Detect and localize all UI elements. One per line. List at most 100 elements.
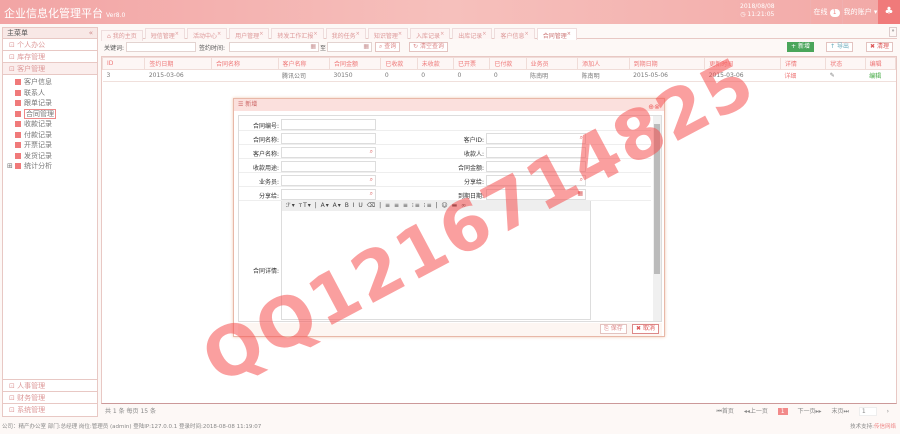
search-icon[interactable]: ⌕: [580, 176, 583, 183]
clear-query-button[interactable]: ↻ 清空查询: [409, 42, 448, 52]
field-input[interactable]: ⌕: [486, 133, 586, 144]
close-icon[interactable]: ⊗: [654, 103, 660, 111]
tree-folder[interactable]: ⊞ 统计分析: [3, 161, 97, 172]
go-button[interactable]: ›: [887, 408, 889, 415]
tab[interactable]: 转发工作汇报×: [271, 28, 324, 40]
tree-item-selected[interactable]: 合同管理: [3, 108, 97, 120]
column-header[interactable]: 合同名称: [210, 57, 279, 70]
date-start-input[interactable]: ▦: [229, 42, 319, 52]
query-button[interactable]: ⌕ 查询: [375, 42, 401, 52]
delete-button[interactable]: ✖ 清理: [866, 42, 893, 52]
scrollbar-thumb[interactable]: [654, 124, 660, 274]
column-header[interactable]: 状态: [825, 57, 866, 70]
form-row: 到期日期: ▦: [239, 188, 651, 201]
close-tab-icon[interactable]: ×: [482, 31, 486, 37]
sidebar-section[interactable]: ⊡ 财务管理: [3, 392, 97, 404]
pagination: 共 1 条 每页 15 条 ⏮首页 ◂◂上一页 1 下一页▸▸ 末页⏭ 1 ›: [101, 405, 897, 418]
field-input[interactable]: [281, 119, 376, 130]
close-tab-icon[interactable]: ×: [440, 31, 444, 37]
sidebar-section[interactable]: ⊡ 个人办公: [3, 39, 97, 51]
rich-text-editor[interactable]: ℱ▾ ᴛT▾ | A▾ A▾ B I U ⌫ | ≡ ≡ ≡ ⁝≡ ⁝≡ | ☺…: [281, 200, 591, 320]
column-header[interactable]: 已开票: [453, 57, 491, 70]
search-icon[interactable]: ⌕: [580, 134, 583, 141]
add-button[interactable]: + 新增: [787, 42, 814, 52]
column-header[interactable]: 更新时间: [704, 57, 781, 70]
column-header[interactable]: 合同金额: [328, 57, 382, 70]
close-tab-icon[interactable]: ×: [175, 31, 179, 37]
tree-item[interactable]: 跟单记录: [3, 98, 97, 109]
tree-item[interactable]: 联系人: [3, 88, 97, 99]
field-input[interactable]: [486, 161, 586, 172]
close-tab-icon[interactable]: ×: [567, 31, 571, 37]
tab[interactable]: 知识管理×: [367, 28, 409, 40]
current-page[interactable]: 1: [777, 408, 788, 415]
tab[interactable]: 合同管理×: [536, 28, 577, 40]
next-page-button[interactable]: 下一页▸▸: [798, 408, 822, 415]
sidebar-section[interactable]: ⊡ 人事管理: [3, 380, 97, 392]
scrollbar[interactable]: [653, 116, 661, 321]
first-page-button[interactable]: ⏮首页: [716, 408, 733, 415]
collapse-icon[interactable]: «: [89, 28, 93, 39]
bell-icon[interactable]: ♣: [878, 0, 900, 24]
tree-item[interactable]: 客户信息: [3, 77, 97, 88]
column-header[interactable]: 客户名称: [277, 57, 330, 70]
tab[interactable]: 出库记录×: [452, 28, 493, 40]
field-label: 收款人:: [463, 151, 484, 158]
detail-link[interactable]: 详细: [780, 69, 826, 82]
close-tab-icon[interactable]: ×: [525, 31, 529, 37]
editor-toolbar[interactable]: ℱ▾ ᴛT▾ | A▾ A▾ B I U ⌫ | ≡ ≡ ≡ ⁝≡ ⁝≡ | ☺…: [282, 201, 590, 211]
tab-scroll-icon[interactable]: »: [889, 27, 897, 37]
tab[interactable]: 用户管理×: [229, 28, 270, 40]
column-header[interactable]: ID: [101, 57, 146, 70]
field-input[interactable]: ⌕: [486, 175, 586, 186]
close-tab-icon[interactable]: ×: [356, 31, 360, 37]
export-button[interactable]: ↑ 导出: [826, 42, 853, 52]
tree: 客户信息 联系人 跟单记录 合同管理 收款记录 付款记录 开票记录 发货记录 ⊞…: [3, 75, 97, 172]
column-header[interactable]: 编辑: [864, 57, 897, 70]
prev-page-button[interactable]: ◂◂上一页: [744, 408, 768, 415]
column-header[interactable]: 到期日期: [628, 57, 706, 70]
sidebar-section[interactable]: ⊡ 库存管理: [3, 51, 97, 63]
close-tab-icon[interactable]: ×: [398, 31, 402, 37]
field-input[interactable]: [486, 147, 586, 158]
status-text: 公司：精产办公室 部门:总经理 岗位:管理员 (admin) 登陆IP:127.…: [2, 424, 262, 430]
edit-button[interactable]: 编辑: [865, 69, 896, 82]
account-label: 我的账户: [843, 8, 872, 16]
support-link[interactable]: 传信网络: [874, 424, 896, 430]
column-header[interactable]: 已付款: [489, 57, 527, 70]
tab[interactable]: 客户信息×: [494, 28, 535, 40]
cancel-button[interactable]: ✖ 取消: [632, 324, 659, 334]
tab[interactable]: 短信管理×: [144, 28, 185, 40]
tab[interactable]: 入库记录×: [410, 28, 451, 40]
close-tab-icon[interactable]: ×: [259, 31, 263, 37]
calendar-icon[interactable]: ▦: [577, 190, 583, 197]
tree-item[interactable]: 付款记录: [3, 130, 97, 141]
table-row[interactable]: 3 2015-03-06 腾讯公司 30150 0 0 0 0 陈南明 陈南明 2015-05-06…: [102, 69, 896, 82]
tab-label: 用户管理: [235, 33, 260, 40]
column-header[interactable]: 签约日期: [144, 57, 212, 70]
field-input[interactable]: ▦: [486, 189, 586, 200]
keyword-input[interactable]: [126, 42, 196, 52]
tab[interactable]: 活动中心×: [186, 28, 228, 40]
close-tab-icon[interactable]: ×: [313, 31, 317, 37]
account-menu[interactable]: 我的账户 ▾: [842, 0, 878, 24]
sidebar-section[interactable]: ⊡ 系统管理: [3, 404, 97, 416]
column-header[interactable]: 详情: [779, 57, 827, 70]
sidebar-section[interactable]: ⊡ 客户管理: [3, 63, 97, 75]
column-header[interactable]: 业务员: [525, 57, 579, 70]
column-header[interactable]: 已收款: [380, 57, 418, 70]
close-tab-icon[interactable]: ×: [217, 31, 221, 37]
date-end-input[interactable]: ▦: [327, 42, 372, 52]
column-header[interactable]: 添加人: [577, 57, 630, 70]
sidebar-header: 主菜单 «: [3, 28, 97, 39]
tree-item[interactable]: 发货记录: [3, 151, 97, 162]
last-page-button[interactable]: 末页⏭: [832, 408, 849, 415]
tree-item[interactable]: 开票记录: [3, 140, 97, 151]
keyword-label: 关键词:: [104, 45, 125, 52]
tab[interactable]: 我的任务×: [325, 28, 366, 40]
save-button[interactable]: ⎘ 保存: [600, 324, 627, 334]
tree-item[interactable]: 收款记录: [3, 119, 97, 130]
page-input[interactable]: 1: [858, 407, 877, 416]
online-button[interactable]: 在线 1: [810, 0, 842, 24]
column-header[interactable]: 未收款: [416, 57, 455, 70]
